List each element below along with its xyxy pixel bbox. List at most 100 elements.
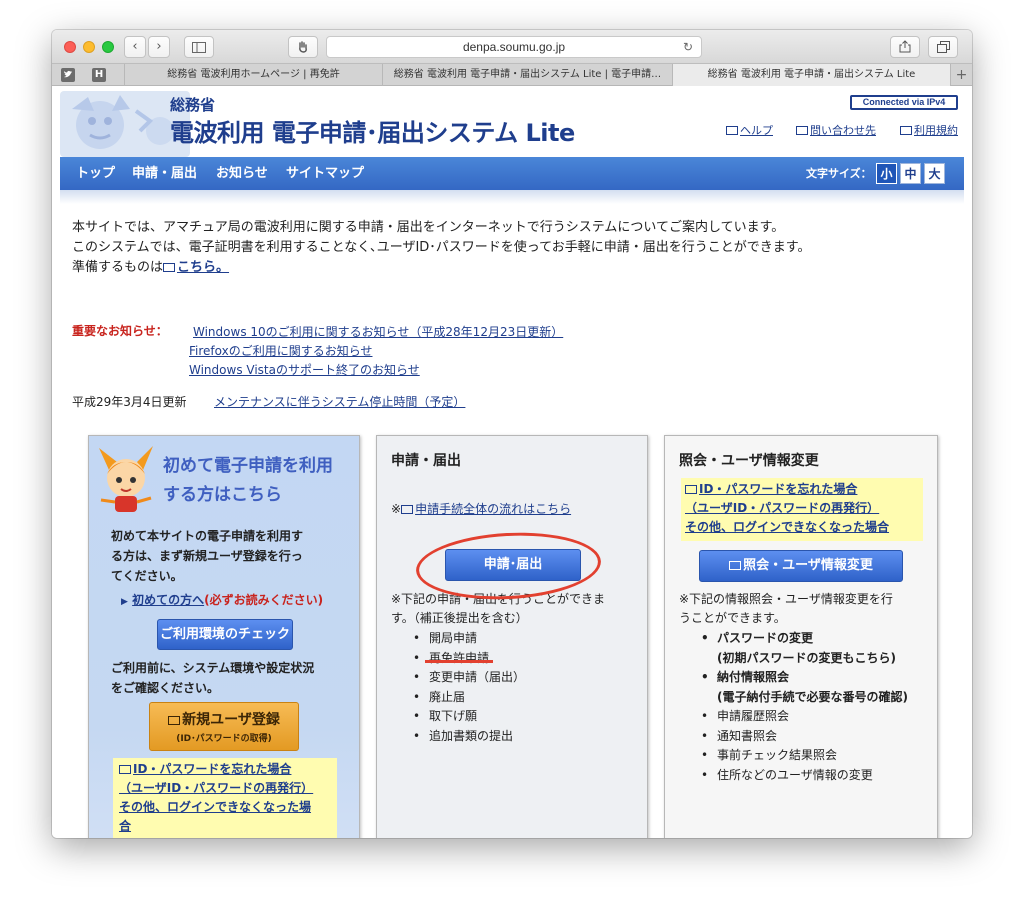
minimize-window-button[interactable] [83,41,95,53]
twitter-icon[interactable] [61,68,75,82]
environment-check-button[interactable]: ご利用環境のチェック [157,619,293,650]
flow-link[interactable]: 申請手続全体の流れはこちら [415,502,571,516]
list-item: 納付情報照会 [701,668,908,688]
reissue-link[interactable]: （ユーザID・パスワードの再発行） [685,499,919,518]
main-nav: トップ 申請・届出 お知らせ サイトマップ 文字サイズ： 小 中 大 [60,157,964,190]
inquiry-button[interactable]: 照会・ユーザ情報変更 [699,550,903,582]
login-trouble-link[interactable]: その他、ログインできなくなった場 [119,798,331,817]
tabs-overview-button[interactable] [928,36,958,58]
nav-item-sitemap[interactable]: サイトマップ [286,157,364,190]
tab-label: 総務省 電波利用ホームページ | 再免許 [167,69,340,80]
first-time-title: 初めて電子申請を利用 する方はこちら [163,452,333,510]
font-size-large-button[interactable]: 大 [924,163,945,184]
help-link-label: ヘルプ [740,124,773,137]
extension-button[interactable] [288,36,318,58]
chevron-left-icon: ‹ [132,39,138,54]
font-size-small-button[interactable]: 小 [876,163,897,184]
url-text: denpa.soumu.go.jp [462,40,566,54]
inquiry-title: 照会・ユーザ情報変更 [679,453,819,469]
zoom-window-button[interactable] [102,41,114,53]
window-icon [796,126,808,135]
hand-icon [299,41,307,53]
nav-item-news[interactable]: お知らせ [216,157,268,190]
first-guide-link[interactable]: 初めての方へ [132,593,204,607]
window-icon [685,485,697,494]
intro-line: このシステムでは、電子証明書を利用することなく､ユーザID･パスワードを使ってお… [72,240,811,255]
maintenance-link[interactable]: メンテナンスに伴うシステム停止時間（予定） [214,393,465,410]
close-window-button[interactable] [64,41,76,53]
hatena-icon[interactable]: H [92,68,106,82]
site-title[interactable]: 電波利用 電子申請･届出システム Lite [170,113,575,148]
chevron-right-icon: › [156,39,162,54]
window-icon [900,126,912,135]
forward-button[interactable]: › [148,36,170,58]
register-label: 新規ユーザ登録 [150,709,298,729]
notice-vista-link[interactable]: Windows Vistaのサポート終了のお知らせ [189,361,420,378]
tab-label: 総務省 電波利用 電子申請・届出システム Lite [707,69,916,80]
forgot-line: ID・パスワードを忘れた場合 [699,482,858,496]
inquiry-panel: 照会・ユーザ情報変更 ID・パスワードを忘れた場合 （ユーザID・パスワードの再… [664,435,938,838]
tab-renewal[interactable]: 総務省 電波利用ホームページ | 再免許 [124,64,382,86]
address-bar[interactable]: denpa.soumu.go.jp ↻ [326,36,702,58]
application-list: 開局申請 再免許申請 変更申請（届出） 廃止届 取下げ願 追加書類の提出 [413,629,525,746]
application-title: 申請・届出 [391,453,461,469]
list-item: 開局申請 [413,629,525,649]
font-size-medium-button[interactable]: 中 [900,163,921,184]
forgot-password-link[interactable]: ID・パスワードを忘れた場合 [119,760,331,779]
back-button[interactable]: ‹ [124,36,146,58]
inquiry-list: パスワードの変更 (初期パスワードの変更もこちら) 納付情報照会 (電子納付手続… [701,629,908,785]
forgot-password-link[interactable]: ID・パスワードを忘れた場合 [685,480,919,499]
intro-line: 本サイトでは、アマチュア局の電波利用に関する申請・届出をインターネットで行うシス… [72,220,785,235]
reload-icon[interactable]: ↻ [683,37,693,57]
tabs-icon [936,41,950,53]
tab-label: 総務省 電波利用 電子申請・届出システム Lite | 電子申請… [393,69,662,80]
sidebar-button[interactable] [184,36,214,58]
login-trouble-link-cont[interactable]: 合 [119,817,331,836]
login-trouble-link[interactable]: その他、ログインできなくなった場合 [685,518,919,537]
terms-link[interactable]: 利用規約 [900,122,958,138]
browser-toolbar: ‹ › denpa.soumu.go.jp ↻ [52,30,972,64]
notice-windows10-link[interactable]: Windows 10のご利用に関するお知らせ（平成28年12月23日更新） [193,323,563,340]
font-size-label: 文字サイズ： [806,167,872,180]
important-notice-label: 重要なお知らせ： [72,324,168,338]
list-item: 追加書類の提出 [413,727,525,747]
forgot-password-box: ID・パスワードを忘れた場合 （ユーザID・パスワードの再発行） その他、ログイ… [681,478,923,541]
first-time-desc: 初めて本サイトの電子申請を利用す る方は、まず新規ユーザ登録を行っ てください。 [111,526,303,586]
notice-firefox-link[interactable]: Firefoxのご利用に関するお知らせ [189,342,372,359]
new-tab-button[interactable]: + [950,64,972,86]
desc-line: うことができます。 [679,611,786,625]
terms-link-label: 利用規約 [914,124,958,137]
requirements-link[interactable]: こちら。 [177,260,229,275]
tab-electronic-application[interactable]: 総務省 電波利用 電子申請・届出システム Lite | 電子申請… [382,64,672,86]
reissue-link[interactable]: （ユーザID・パスワードの再発行） [119,779,331,798]
circle-arrow-icon: ▶ [121,597,128,607]
mascot-icon [99,446,153,512]
first-time-title-line: 初めて電子申請を利用 [163,456,333,476]
first-guide-row: ▶ 初めての方へ(必ずお読みください) [121,591,323,608]
browser-window: ‹ › denpa.soumu.go.jp ↻ H 総務省 電波利用ホームページ… [52,30,972,838]
list-item-note: (初期パスワードの変更もこちら) [717,650,896,665]
window-icon [119,765,131,774]
register-label-text: 新規ユーザ登録 [182,712,280,728]
application-panel: 申請・届出 ※ 申請手続全体の流れはこちら 申請･届出 ※下記の申請・届出を行うこ… [376,435,648,838]
first-guide-note: (必ずお読みください) [204,593,324,607]
tab-bar: H 総務省 電波利用ホームページ | 再免許 総務省 電波利用 電子申請・届出シ… [52,64,972,86]
desc-line: ご利用前に、システム環境や設定状況 [111,661,315,675]
list-item: パスワードの変更 [701,629,908,649]
contact-link[interactable]: 問い合わせ先 [796,122,876,138]
share-icon [899,40,911,53]
nav-item-apply[interactable]: 申請・届出 [132,157,197,190]
desc-line: ※下記の情報照会・ユーザ情報変更を行 [679,592,893,606]
nav-item-top[interactable]: トップ [76,157,115,190]
window-icon [163,263,176,272]
list-item: 通知書照会 [701,727,908,747]
new-user-register-button[interactable]: 新規ユーザ登録 (ID･パスワードの取得) [149,702,299,751]
window-icon [729,561,742,570]
environment-desc: ご利用前に、システム環境や設定状況 をご確認ください。 [111,658,314,698]
list-item: 廃止届 [413,688,525,708]
tab-lite-system[interactable]: 総務省 電波利用 電子申請・届出システム Lite [672,64,950,86]
share-button[interactable] [890,36,920,58]
desc-line: す。（補正後提出を含む） [391,611,528,625]
help-link[interactable]: ヘルプ [726,122,773,138]
flow-note: ※ 申請手続全体の流れはこちら [391,500,571,517]
